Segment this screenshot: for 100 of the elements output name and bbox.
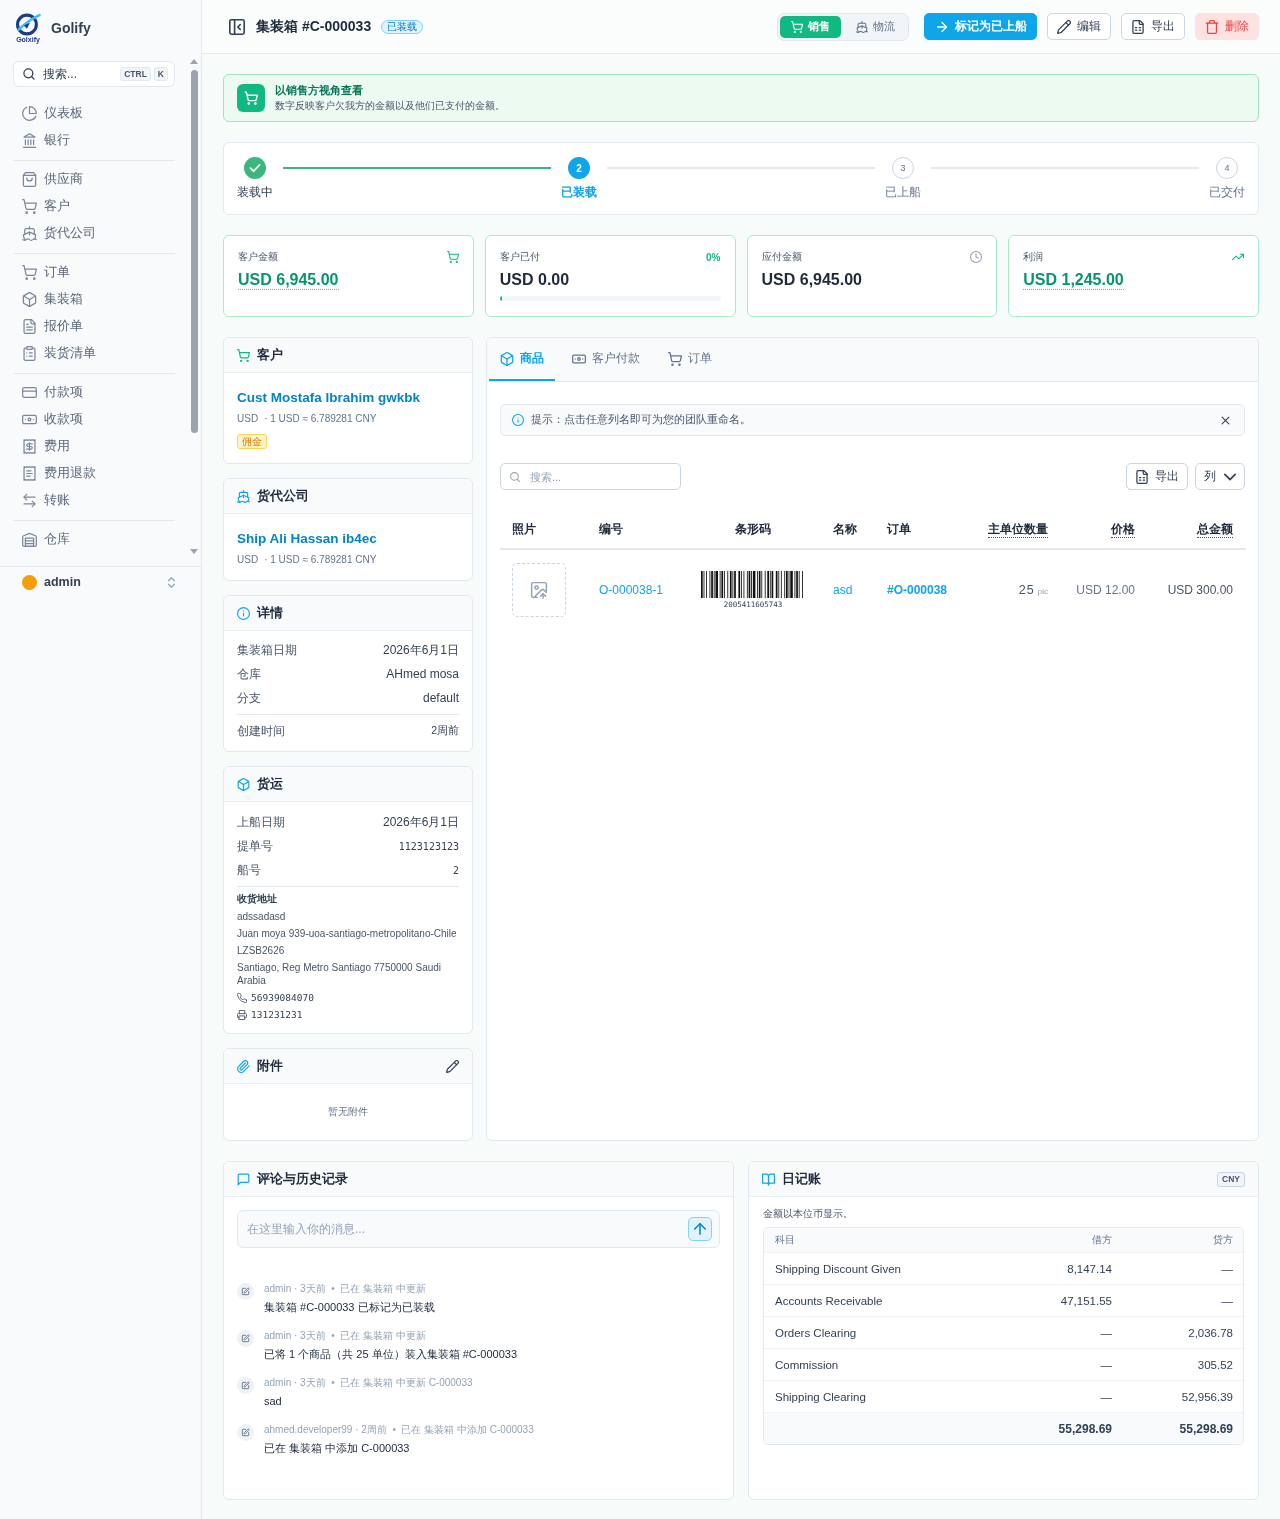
banknote-icon bbox=[22, 412, 37, 427]
export-button[interactable]: 导出 bbox=[1126, 463, 1188, 490]
column-header[interactable]: 总金额 bbox=[1197, 521, 1233, 538]
column-header[interactable]: 主单位数量 bbox=[988, 521, 1048, 538]
nav-item[interactable]: 转账 bbox=[13, 487, 175, 514]
customer-tag: 佣金 bbox=[237, 434, 267, 449]
warehouse-icon bbox=[22, 532, 37, 547]
stat-label: 应付金额 bbox=[761, 250, 802, 264]
history-text: sad bbox=[264, 1394, 283, 1409]
cart-icon bbox=[22, 265, 37, 280]
table-cell-text: Orders Clearing bbox=[774, 1326, 858, 1339]
history-meta: ahmed.developer99 · 2周前 • 已在 集装箱 中添加 C-000033 bbox=[264, 1423, 534, 1437]
pencil-icon bbox=[1057, 19, 1071, 34]
column-header[interactable]: 名称 bbox=[833, 521, 857, 536]
logo-icon bbox=[15, 12, 41, 36]
message-input[interactable]: 在这里输入你的消息... bbox=[237, 1210, 720, 1248]
pie-chart-icon bbox=[22, 106, 37, 121]
nav-item[interactable]: 货代公司 bbox=[13, 220, 175, 247]
nav-item[interactable]: 装货清单 bbox=[13, 340, 175, 367]
nav-item[interactable]: 付款项 bbox=[13, 379, 175, 406]
view-option[interactable]: 物流 bbox=[845, 15, 906, 38]
nav-item[interactable]: 仪表板 bbox=[13, 100, 175, 127]
stat-label: 客户金额 bbox=[238, 250, 278, 264]
edit-note-icon bbox=[237, 1330, 254, 1347]
card-title: 货运 bbox=[257, 775, 283, 793]
action-button[interactable]: 删除 bbox=[1195, 13, 1259, 40]
cube-icon bbox=[237, 777, 250, 791]
nav-item[interactable]: 收款项 bbox=[13, 406, 175, 433]
ship-icon bbox=[856, 20, 868, 33]
table-cell-text: — bbox=[1099, 1326, 1112, 1339]
tip-text: 提示：点击任意列名即可为您的团队重命名。 bbox=[531, 413, 751, 427]
send-button[interactable] bbox=[688, 1217, 712, 1241]
column-header[interactable]: 照片 bbox=[512, 521, 536, 536]
column-header[interactable]: 条形码 bbox=[735, 521, 771, 536]
action-button[interactable]: 导出 bbox=[1121, 13, 1185, 40]
forwarder-name-link[interactable]: Ship Ali Hassan ib4ec bbox=[237, 529, 459, 549]
document-icon bbox=[22, 319, 37, 334]
chat-icon bbox=[237, 1172, 250, 1186]
brand-name: Golify bbox=[51, 20, 91, 36]
tab[interactable]: 客户付款 bbox=[561, 338, 651, 381]
edit-note-icon bbox=[237, 1377, 254, 1394]
step-label: 已装载 bbox=[561, 185, 597, 199]
dollar-receipt-icon bbox=[22, 439, 37, 454]
clock-icon bbox=[970, 251, 983, 263]
stat-label: 利润 bbox=[1023, 250, 1044, 264]
stat-value: USD 1,245.00 bbox=[1023, 270, 1124, 290]
nav-item[interactable]: 仓库 bbox=[13, 526, 175, 553]
customer-name-link[interactable]: Cust Mostafa Ibrahim gwkbk bbox=[237, 388, 459, 408]
step-label: 装载中 bbox=[237, 185, 273, 199]
step-number: 2 bbox=[568, 157, 590, 179]
action-button[interactable]: 编辑 bbox=[1047, 13, 1111, 40]
history-text: 已在 集装箱 中添加 C-000033 bbox=[264, 1441, 411, 1456]
history-meta: admin · 3天前 • 已在 集装箱 中更新 bbox=[264, 1329, 427, 1343]
nav-item[interactable]: 客户 bbox=[13, 193, 175, 220]
stat-percent: 0% bbox=[706, 251, 721, 263]
bank-icon bbox=[22, 133, 37, 148]
sidebar-toggle-icon[interactable] bbox=[229, 18, 245, 35]
column-header[interactable]: 价格 bbox=[1111, 521, 1135, 538]
nav-item[interactable]: 订单 bbox=[13, 259, 175, 286]
nav-item[interactable]: 报价单 bbox=[13, 313, 175, 340]
chevron-up-down-icon[interactable] bbox=[165, 575, 178, 589]
status-badge: 已装载 bbox=[381, 19, 424, 34]
user-name: admin bbox=[44, 575, 81, 589]
table-cell-text: Shipping Discount Given bbox=[774, 1262, 902, 1275]
detail-label: 分支 bbox=[237, 689, 261, 707]
step-label: 已上船 bbox=[885, 185, 921, 199]
currency-tag: CNY bbox=[1217, 1171, 1245, 1187]
detail-value: 1123123123 bbox=[398, 840, 459, 852]
trash-icon bbox=[1205, 19, 1219, 34]
pencil-icon[interactable] bbox=[446, 1059, 459, 1073]
nav-item[interactable]: 费用 bbox=[13, 433, 175, 460]
nav-item[interactable]: 银行 bbox=[13, 127, 175, 154]
table-cell-text: 47,151.55 bbox=[1059, 1294, 1112, 1307]
card-title: 详情 bbox=[257, 604, 283, 622]
tab[interactable]: 订单 bbox=[657, 338, 723, 381]
columns-dropdown[interactable]: 列 bbox=[1195, 463, 1245, 490]
detail-value: 2周前 bbox=[431, 724, 459, 738]
column-header[interactable]: 编号 bbox=[599, 521, 623, 536]
printer-icon bbox=[237, 1009, 247, 1020]
stat-label: 客户已付 bbox=[499, 250, 540, 264]
nav-item[interactable]: 费用退款 bbox=[13, 460, 175, 487]
currency-code: USD bbox=[237, 553, 259, 567]
nav-item[interactable]: 集装箱 bbox=[13, 286, 175, 313]
search-field[interactable]: 搜索... bbox=[500, 463, 681, 490]
step-label: 已交付 bbox=[1209, 185, 1245, 199]
table-cell-text: 8,147.14 bbox=[1066, 1262, 1112, 1275]
cube-icon bbox=[22, 292, 37, 307]
table-cell-text: — bbox=[1220, 1262, 1233, 1275]
photo-placeholder[interactable] bbox=[512, 563, 566, 617]
address-line: LZSB2626 bbox=[237, 944, 286, 957]
receipt-icon bbox=[22, 466, 37, 481]
exchange-rate: · 1 USD ≈ 6.789281 CNY bbox=[264, 412, 377, 426]
card-title: 客户 bbox=[257, 346, 283, 364]
arrow-right-icon bbox=[935, 19, 949, 34]
column-header[interactable]: 订单 bbox=[887, 521, 911, 536]
journal-note: 金额以本位币显示。 bbox=[763, 1207, 854, 1221]
card-title: 日记账 bbox=[782, 1170, 821, 1188]
close-icon[interactable] bbox=[1221, 415, 1230, 425]
nav-item[interactable]: 供应商 bbox=[13, 166, 175, 193]
cart-icon bbox=[791, 20, 803, 33]
